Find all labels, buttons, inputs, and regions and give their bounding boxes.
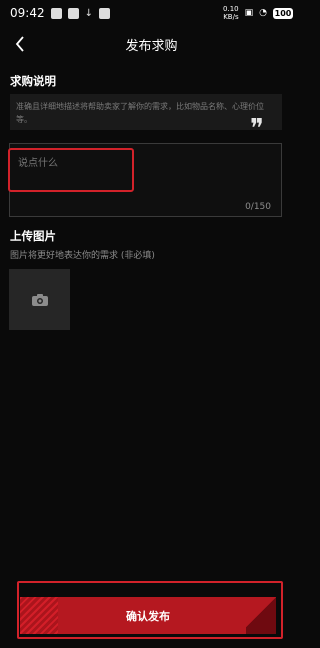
publish-button-label: 确认发布 bbox=[126, 609, 170, 623]
upload-image-button[interactable] bbox=[9, 269, 70, 330]
publish-button[interactable]: 确认发布 bbox=[20, 597, 276, 634]
download-icon: ↓ bbox=[84, 7, 93, 19]
status-app-icon bbox=[50, 7, 62, 19]
camera-icon bbox=[31, 293, 48, 306]
battery-badge: 100 bbox=[273, 7, 293, 19]
network-speed: 0.10 KB/s bbox=[223, 5, 239, 21]
quote-icon: ❞ bbox=[250, 114, 264, 144]
request-hint-box: 准确且详细地描述将帮助卖家了解你的需求，比如物品名称、心理价位等。 bbox=[10, 94, 282, 130]
upload-section-title: 上传图片 bbox=[10, 229, 56, 243]
textarea-highlight-box bbox=[8, 148, 134, 192]
wifi-icon: ◔ bbox=[259, 8, 267, 18]
status-right: 0.10 KB/s ▣ ◔ 100 bbox=[223, 5, 293, 21]
char-counter: 0/150 bbox=[245, 202, 271, 212]
network-speed-value: 0.10 bbox=[223, 5, 239, 13]
network-speed-unit: KB/s bbox=[223, 13, 239, 21]
status-message-icon bbox=[98, 7, 110, 19]
status-time: 09:42 bbox=[10, 6, 45, 20]
status-left: 09:42 ↓ bbox=[10, 6, 110, 20]
request-section-title: 求购说明 bbox=[10, 74, 56, 88]
status-sync-icon bbox=[67, 7, 79, 19]
status-bar: 09:42 ↓ 0.10 KB/s ▣ ◔ 100 bbox=[0, 0, 303, 26]
upload-subtitle: 图片将更好地表达你的需求 (非必填) bbox=[10, 251, 155, 261]
sim-icon: ▣ bbox=[244, 8, 254, 18]
top-navigation: 发布求购 bbox=[0, 31, 303, 57]
page-title: 发布求购 bbox=[125, 38, 178, 54]
